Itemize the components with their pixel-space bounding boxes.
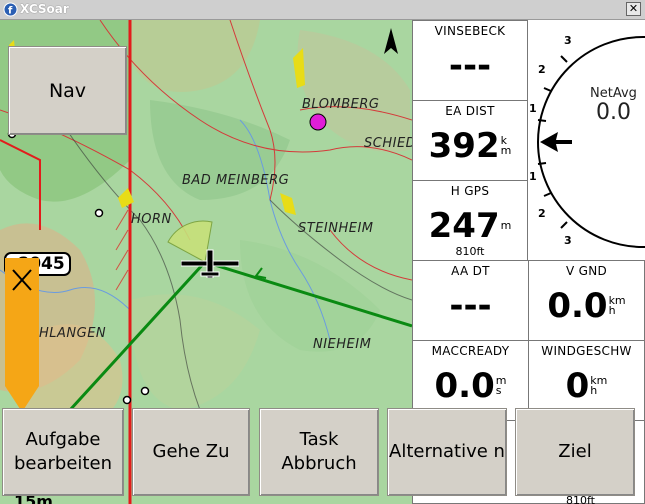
vario-label: NetAvg: [590, 86, 637, 101]
place-label: SCHIEDER: [364, 136, 412, 151]
infobox-next-waypoint[interactable]: VINSEBECK ---: [412, 20, 528, 101]
vario-tick-label: 2: [538, 207, 546, 220]
infobox-value: ---: [449, 286, 492, 326]
infobox-label: MACCREADY: [431, 344, 510, 358]
infobox-aa-dt[interactable]: AA DT ---: [412, 260, 529, 341]
vario-tick-label: 3: [564, 34, 572, 47]
infobox-value: 392: [428, 126, 500, 166]
xcsoar-app-icon: f: [3, 2, 18, 17]
infobox-value: 247: [428, 206, 500, 246]
svg-text:f: f: [8, 6, 13, 17]
vario-tick-label: 1: [529, 102, 537, 115]
unit-bottom: s: [495, 384, 502, 397]
vario-tick-label: 1: [529, 170, 537, 183]
infobox-label: VINSEBECK: [434, 24, 506, 38]
infobox-value: 0: [565, 366, 590, 406]
infobox-label: AA DT: [451, 264, 490, 278]
place-label: STEINHEIM: [298, 221, 374, 236]
close-button[interactable]: ✕: [626, 2, 641, 16]
menu-button-goto[interactable]: Gehe Zu: [132, 408, 250, 496]
infobox-label: EA DIST: [445, 104, 495, 118]
menu-button-edit-task[interactable]: Aufgabe bearbeiten: [2, 408, 124, 496]
infobox-v-gnd[interactable]: V GND 0.0 km h: [528, 260, 645, 341]
place-label: BLOMBERG: [302, 97, 380, 112]
place-label: HORN: [131, 212, 172, 227]
vario-dial: [537, 36, 645, 248]
place-label: HLANGEN: [39, 326, 107, 341]
vario-gauge[interactable]: 3 2 1 1 2 3 NetAvg 0.0: [528, 20, 645, 260]
place-label: NIEHEIM: [313, 337, 372, 352]
infobox-value: ---: [448, 46, 492, 86]
infobox-ea-dist[interactable]: EA DIST 392 km: [412, 100, 528, 181]
vario-tick-label: 2: [538, 63, 546, 76]
infobox-value: 0.0: [547, 286, 608, 326]
title-bar: f XCSoar ✕: [0, 0, 645, 20]
infobox-subvalue: 810ft: [455, 245, 485, 258]
nav-button[interactable]: Nav: [8, 46, 127, 135]
unit-bottom: h: [590, 384, 598, 397]
infobox-h-gps[interactable]: H GPS 247 m 810ft: [412, 180, 528, 261]
unit-bottom: m: [500, 219, 512, 232]
menu-button-task-abort[interactable]: Task Abbruch: [259, 408, 379, 496]
place-label: BAD MEINBERG: [182, 173, 290, 188]
window-title: XCSoar: [20, 2, 69, 16]
glider-icon: [181, 249, 239, 278]
unit-bottom: m: [500, 144, 512, 157]
infobox-label: H GPS: [450, 184, 490, 198]
altitude-marker: [5, 258, 39, 412]
infobox-label: WINDGESCHW: [541, 344, 632, 358]
xcsoar-window: f XCSoar ✕ BLOMBERG SCHIE BAD MEINBERG H…: [0, 0, 645, 504]
vario-value: 0.0: [596, 100, 631, 125]
infobox-value: 0.0: [434, 366, 495, 406]
infobox-label: V GND: [565, 264, 608, 278]
vario-tick-label: 3: [564, 234, 572, 247]
menu-button-target[interactable]: Ziel: [515, 408, 635, 496]
unit-bottom: h: [608, 304, 616, 317]
menu-button-alternatives[interactable]: Alternative n: [387, 408, 507, 496]
north-arrow-icon: [384, 28, 398, 54]
